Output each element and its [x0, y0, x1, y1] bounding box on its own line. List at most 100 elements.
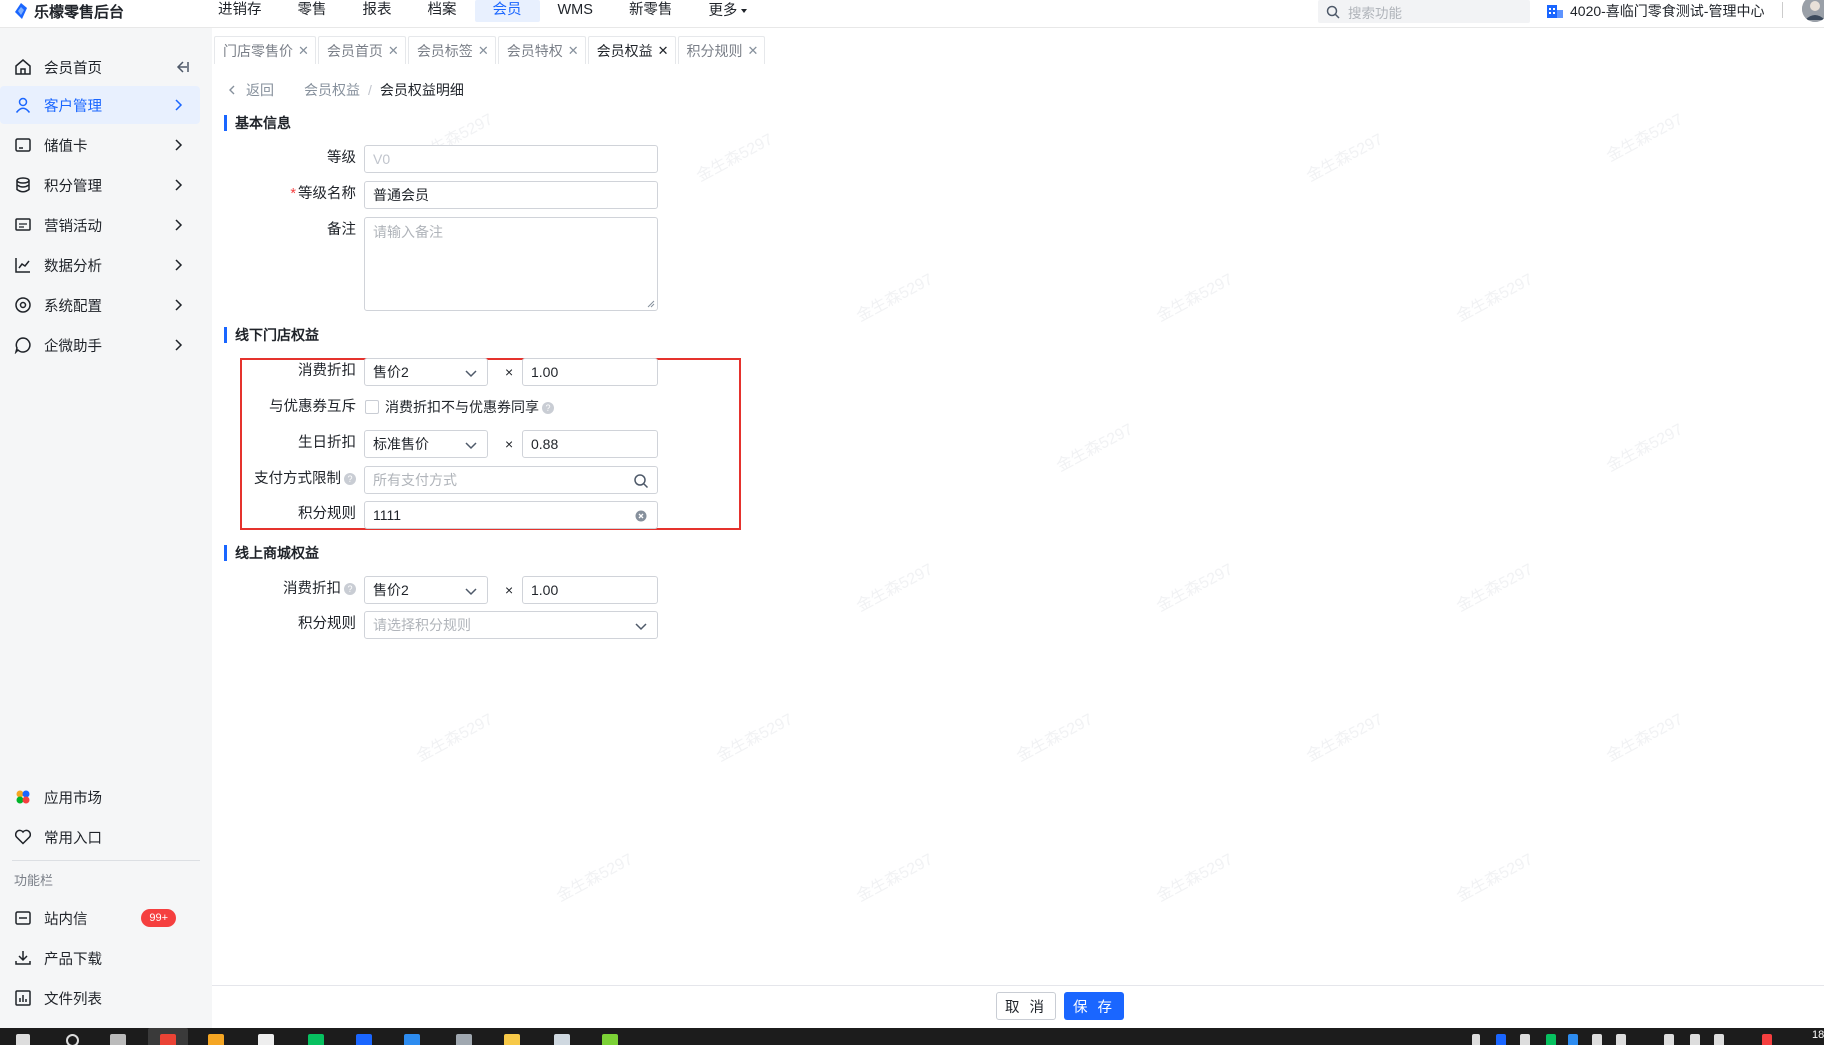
birthday-discount-select[interactable]: 标准售价 — [364, 430, 488, 458]
payment-limit-input[interactable]: 所有支付方式 — [364, 466, 658, 494]
close-icon[interactable]: ✕ — [298, 43, 309, 59]
tray-icon[interactable] — [1520, 1034, 1530, 1045]
tab-store-price[interactable]: 门店零售价 ✕ — [214, 36, 316, 64]
remark-textarea[interactable]: 请输入备注 — [364, 217, 658, 311]
tab-member-tags[interactable]: 会员标签 ✕ — [407, 36, 496, 64]
sidebar-item-favorites[interactable]: 常用入口 — [0, 818, 200, 856]
sidebar: 会员首页 客户管理 储值卡 积分管理 营销活动 数据分析 系统配置 企微助手 应… — [0, 28, 212, 1028]
sidebar-item-analytics[interactable]: 数据分析 — [0, 246, 200, 284]
search-icon[interactable] — [66, 1034, 79, 1045]
heart-icon — [14, 829, 32, 845]
tray-icon[interactable] — [1568, 1034, 1578, 1045]
tray-icon[interactable] — [1616, 1034, 1626, 1045]
brand[interactable]: 乐檬零售后台 — [14, 0, 124, 22]
sidebar-item-system-config[interactable]: 系统配置 — [0, 286, 200, 324]
offline-discount-input[interactable]: 1.00 — [522, 358, 658, 386]
sidebar-item-downloads[interactable]: 产品下载 — [0, 939, 200, 977]
sidebar-item-member-home[interactable]: 会员首页 — [0, 48, 200, 86]
sidebar-item-file-list[interactable]: 文件列表 — [0, 979, 200, 1017]
collapse-sidebar-icon[interactable] — [174, 59, 190, 75]
online-discount-input[interactable]: 1.00 — [522, 576, 658, 604]
chrome-icon[interactable] — [160, 1034, 176, 1045]
tray-icon[interactable] — [1714, 1034, 1724, 1045]
sidebar-item-points[interactable]: 积分管理 — [0, 166, 200, 204]
back-link[interactable]: 返回 — [246, 80, 274, 100]
sidebar-item-wecom[interactable]: 企微助手 — [0, 326, 200, 364]
tab-points-rules[interactable]: 积分规则 ✕ — [677, 36, 766, 64]
section-title-text: 线下门店权益 — [235, 327, 319, 343]
tray-icon[interactable] — [1472, 1034, 1480, 1045]
help-icon[interactable]: ? — [344, 583, 356, 596]
close-icon[interactable]: ✕ — [658, 43, 669, 59]
watermark: 金生森5297 — [854, 561, 936, 616]
app-icon[interactable] — [258, 1034, 274, 1045]
windows-start-icon[interactable] — [16, 1034, 30, 1045]
search-icon[interactable] — [633, 473, 649, 489]
tray-icon[interactable] — [1762, 1034, 1772, 1045]
sidebar-item-marketing[interactable]: 营销活动 — [0, 206, 200, 244]
org-switcher[interactable]: 4020-喜临门零食测试-管理中心 — [1546, 0, 1764, 22]
tab-member-privileges[interactable]: 会员特权 ✕ — [497, 36, 586, 64]
coupon-exclusive-checkbox-label[interactable]: 消费折扣不与优惠券同享? — [385, 398, 554, 416]
app-icon[interactable] — [404, 1034, 420, 1045]
nav-item-archive[interactable]: 档案 — [410, 0, 475, 22]
folder-icon[interactable] — [504, 1034, 520, 1045]
avatar[interactable] — [1802, 0, 1824, 22]
nav-item-member[interactable]: 会员 — [474, 0, 540, 22]
app-icon[interactable] — [208, 1034, 224, 1045]
tab-member-benefits[interactable]: 会员权益 ✕ — [587, 36, 676, 64]
close-icon[interactable]: ✕ — [388, 43, 399, 59]
top-nav: 进销存 零售 报表 档案 会员 WMS 新零售 更多 — [200, 0, 766, 22]
breadcrumb-parent[interactable]: 会员权益 — [304, 80, 360, 100]
chevron-left-icon[interactable] — [226, 84, 238, 96]
search-input[interactable]: 搜索功能 — [1318, 0, 1530, 23]
wechat-icon[interactable] — [308, 1034, 324, 1045]
app-icon[interactable] — [456, 1034, 472, 1045]
nav-item-new-retail[interactable]: 新零售 — [611, 0, 691, 22]
close-icon[interactable]: ✕ — [478, 43, 489, 59]
footer-divider — [212, 985, 1824, 986]
offline-points-select[interactable]: 1111 — [364, 501, 658, 529]
online-points-placeholder: 请选择积分规则 — [373, 617, 471, 633]
search-placeholder: 搜索功能 — [1348, 5, 1402, 21]
nav-item-more[interactable]: 更多 — [690, 0, 766, 22]
tray-icon[interactable] — [1546, 1034, 1556, 1045]
level-name-input[interactable]: 普通会员 — [364, 181, 658, 209]
app-icon[interactable] — [602, 1034, 618, 1045]
coupon-exclusive-checkbox[interactable] — [365, 400, 379, 414]
close-icon[interactable]: ✕ — [568, 43, 579, 59]
task-view-icon[interactable] — [110, 1034, 126, 1045]
nav-item-reports[interactable]: 报表 — [345, 0, 410, 22]
tray-icon[interactable] — [1496, 1034, 1506, 1045]
birthday-discount-input[interactable]: 0.88 — [522, 430, 658, 458]
help-icon[interactable]: ? — [344, 473, 356, 486]
offline-discount-select[interactable]: 售价2 — [364, 358, 488, 386]
tray-icon[interactable] — [1664, 1034, 1674, 1045]
tab-member-home[interactable]: 会员首页 ✕ — [317, 36, 406, 64]
online-discount-select[interactable]: 售价2 — [364, 576, 488, 604]
nav-item-retail[interactable]: 零售 — [280, 0, 345, 22]
help-icon[interactable]: ? — [542, 402, 554, 415]
app-icon[interactable] — [554, 1034, 570, 1045]
sidebar-item-app-market[interactable]: 应用市场 — [0, 778, 200, 816]
online-points-select[interactable]: 请选择积分规则 — [364, 611, 658, 639]
tray-icon[interactable] — [1690, 1034, 1700, 1045]
sidebar-item-customer[interactable]: 客户管理 — [0, 86, 200, 124]
chart-icon — [15, 258, 30, 273]
sidebar-item-messages[interactable]: 站内信 99+ — [0, 899, 200, 937]
clear-icon[interactable] — [633, 508, 649, 524]
section-title-online: 线上商城权益 — [224, 543, 319, 563]
save-button[interactable]: 保 存 — [1064, 992, 1124, 1020]
nav-item-wms[interactable]: WMS — [540, 0, 611, 22]
cancel-button[interactable]: 取 消 — [996, 992, 1056, 1020]
resize-handle-icon[interactable] — [647, 300, 655, 308]
nav-item-inventory[interactable]: 进销存 — [200, 0, 280, 22]
app-icon[interactable] — [356, 1034, 372, 1045]
watermark: 金生森5297 — [1604, 111, 1686, 166]
sidebar-item-stored-card[interactable]: 储值卡 — [0, 126, 200, 164]
close-icon[interactable]: ✕ — [748, 43, 759, 59]
section-title-offline: 线下门店权益 — [224, 325, 319, 345]
watermark: 金生森5297 — [1604, 711, 1686, 766]
tray-icon[interactable] — [1592, 1034, 1602, 1045]
clock[interactable]: 18 — [1812, 1029, 1824, 1041]
